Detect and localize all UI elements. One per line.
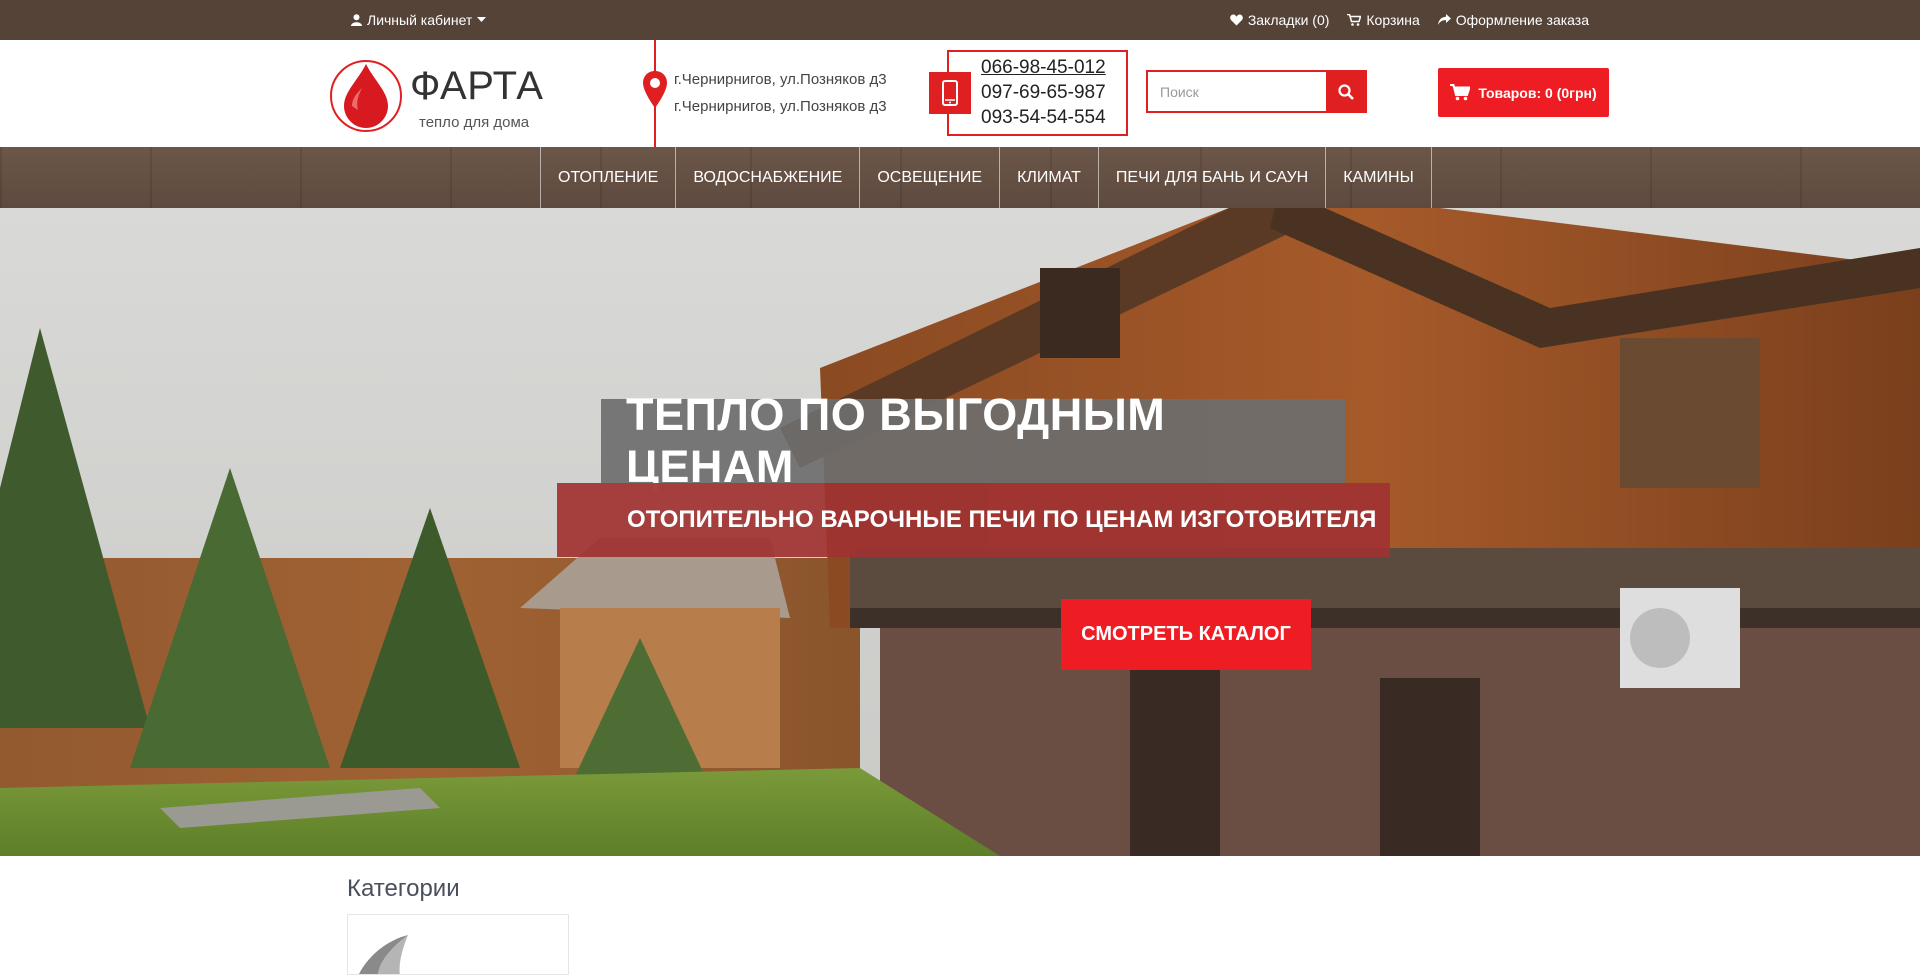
bookmarks-label: Закладки (0) (1247, 12, 1330, 28)
view-catalog-button[interactable]: СМОТРЕТЬ КАТАЛОГ (1061, 599, 1311, 670)
search-box (1146, 70, 1367, 113)
nav-item-water-supply[interactable]: ВОДОСНАБЖЕНИЕ (675, 147, 859, 208)
site-header: ФАРТА тепло для дома г.Чернирнигов, ул.П… (0, 40, 1920, 147)
search-button[interactable] (1326, 72, 1365, 111)
hero-banner: ТЕПЛО ПО ВЫГОДНЫМ ЦЕНАМ ОТОПИТЕЛЬНО ВАРО… (0, 208, 1920, 856)
nav-item-climate[interactable]: КЛИМАТ (999, 147, 1098, 208)
address-line-1: г.Чернирнигов, ул.Позняков д3 (674, 71, 887, 88)
account-dropdown[interactable]: Личный кабинет (351, 12, 487, 28)
logo-tagline: тепло для дома (419, 114, 530, 131)
checkout-label: Оформление заказа (1455, 12, 1589, 28)
category-card[interactable] (347, 914, 569, 975)
cart-button[interactable]: Товаров: 0 (0грн) (1438, 68, 1609, 117)
caret-down-icon (477, 17, 487, 22)
drop-logo-icon (330, 60, 402, 132)
heart-icon (1230, 14, 1243, 26)
user-icon (351, 14, 362, 26)
nav-item-heating[interactable]: ОТОПЛЕНИЕ (540, 147, 675, 208)
phone-number: 093-54-54-554 (981, 107, 1106, 128)
site-logo[interactable]: ФАРТА тепло для дома (328, 52, 548, 132)
cart-link[interactable]: Корзина (1347, 12, 1420, 28)
cart-button-label: Товаров: 0 (0грн) (1478, 84, 1597, 101)
cart-icon (1347, 14, 1362, 26)
share-arrow-icon (1437, 14, 1451, 25)
category-thumbnail (348, 915, 568, 974)
store-address: г.Чернирнигов, ул.Позняков д3 г.Чернирни… (674, 66, 887, 120)
search-icon (1337, 83, 1354, 100)
search-input[interactable] (1148, 72, 1328, 111)
hero-headline: ТЕПЛО ПО ВЫГОДНЫМ ЦЕНАМ (601, 389, 1345, 492)
cart-link-label: Корзина (1366, 12, 1420, 28)
account-label: Личный кабинет (367, 12, 473, 28)
nav-item-sauna-stoves[interactable]: ПЕЧИ ДЛЯ БАНЬ И САУН (1097, 147, 1325, 208)
top-utility-bar: Личный кабинет Закладки (0) Корзина Офор… (0, 0, 1920, 40)
map-pin-icon (643, 71, 667, 108)
main-navigation: ОТОПЛЕНИЕ ВОДОСНАБЖЕНИЕ ОСВЕЩЕНИЕ КЛИМАТ… (0, 147, 1920, 208)
hero-subheadline: ОТОПИТЕЛЬНО ВАРОЧНЫЕ ПЕЧИ ПО ЦЕНАМ ИЗГОТ… (557, 483, 1390, 557)
logo-brand-text: ФАРТА (410, 64, 544, 108)
phone-number: 097-69-65-987 (981, 82, 1106, 103)
bookmarks-link[interactable]: Закладки (0) (1230, 12, 1330, 28)
nav-item-fireplaces[interactable]: КАМИНЫ (1325, 147, 1432, 208)
categories-heading: Категории (347, 875, 460, 902)
checkout-link[interactable]: Оформление заказа (1437, 12, 1589, 28)
address-line-2: г.Чернирнигов, ул.Позняков д3 (674, 98, 887, 115)
phone-box: 066-98-45-012 097-69-65-987 093-54-54-55… (929, 50, 1128, 136)
nav-item-lighting[interactable]: ОСВЕЩЕНИЕ (859, 147, 999, 208)
phone-number-link[interactable]: 066-98-45-012 (981, 55, 1106, 80)
shopping-cart-icon (1450, 84, 1471, 101)
mobile-phone-icon (929, 72, 971, 114)
